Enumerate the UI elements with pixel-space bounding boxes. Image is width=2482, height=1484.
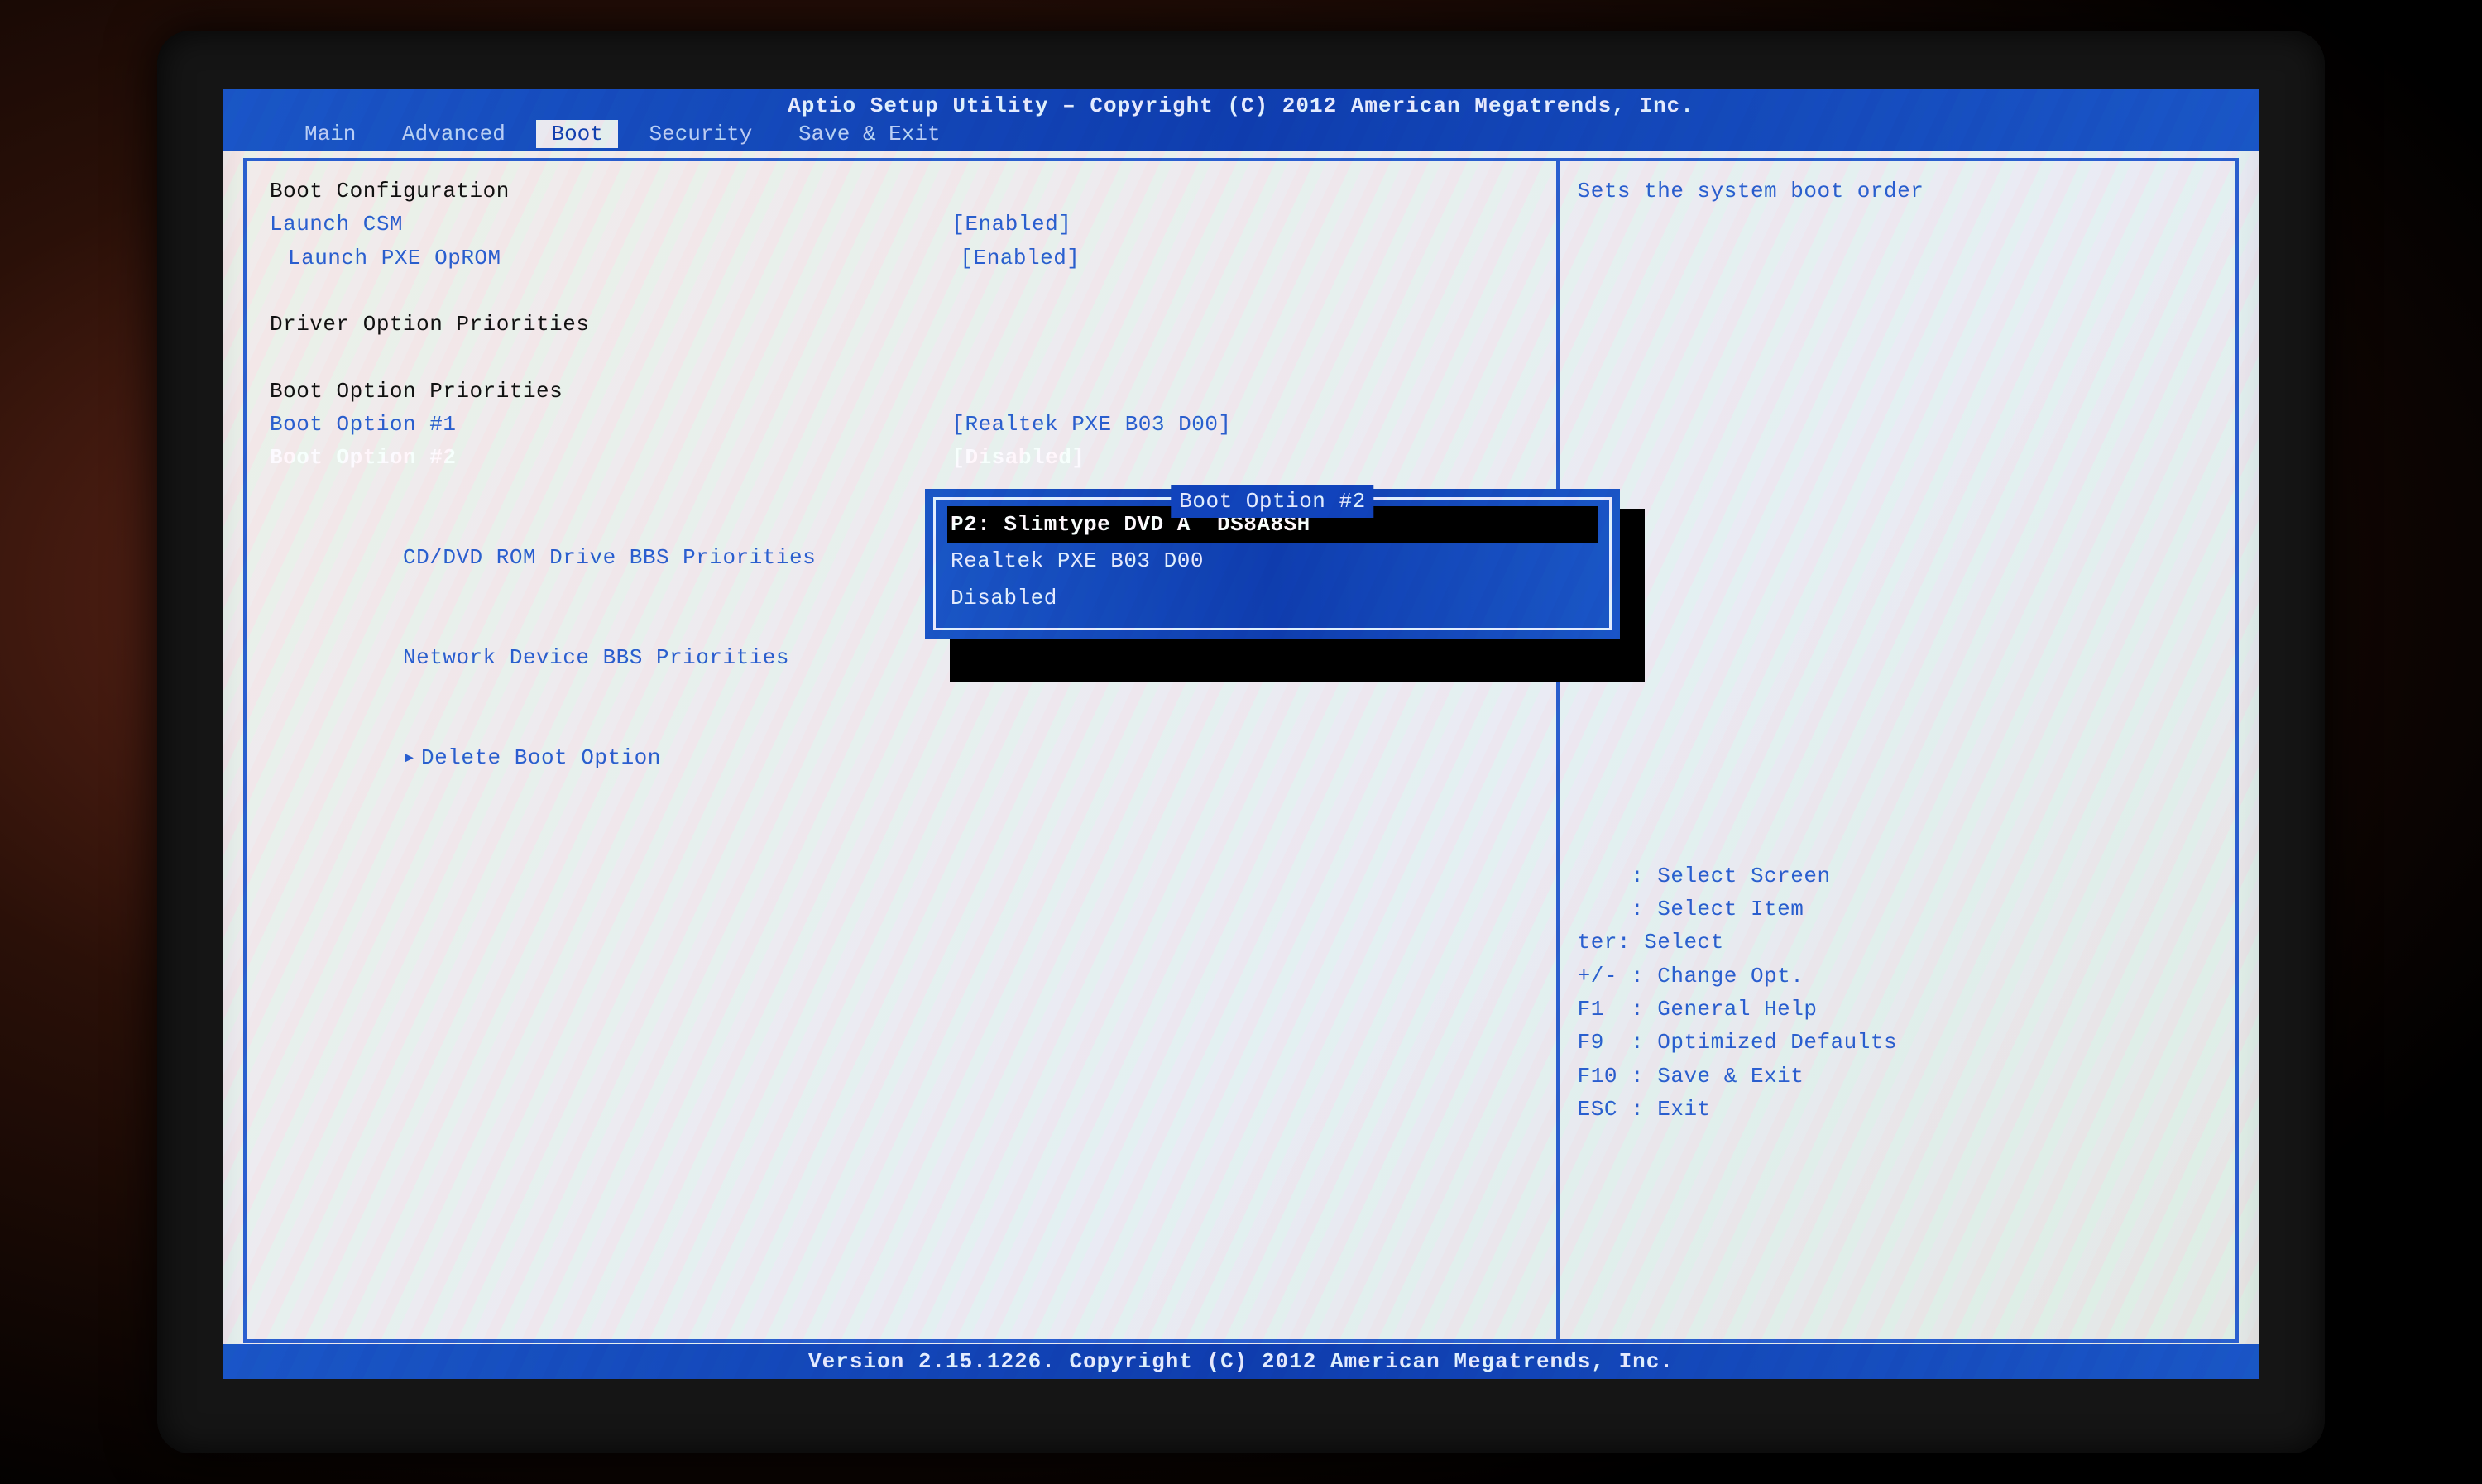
netdev-label: Network Device BBS Priorities xyxy=(403,645,789,670)
title-text: Aptio Setup Utility – Copyright (C) 2012… xyxy=(788,93,1694,118)
launch-pxe-label: Launch PXE OpROM xyxy=(288,242,960,275)
tab-boot[interactable]: Boot xyxy=(536,120,617,148)
tab-save-exit[interactable]: Save & Exit xyxy=(783,120,956,148)
footer-text: Version 2.15.1226. Copyright (C) 2012 Am… xyxy=(808,1349,1674,1374)
item-help-text: Sets the system boot order xyxy=(1578,175,2217,208)
title-bar: Aptio Setup Utility – Copyright (C) 2012… xyxy=(223,89,2259,120)
key-help-f1: F1 : General Help xyxy=(1578,993,2217,1026)
option-launch-csm[interactable]: Launch CSM [Enabled] xyxy=(270,208,1533,241)
key-help-esc: ESC : Exit xyxy=(1578,1093,2217,1126)
tab-security[interactable]: Security xyxy=(635,120,768,148)
section-boot-priorities: Boot Option Priorities xyxy=(270,375,1533,408)
left-panel: Boot Configuration Launch CSM [Enabled] … xyxy=(247,161,1560,1339)
key-help-f9: F9 : Optimized Defaults xyxy=(1578,1026,2217,1059)
photo-background: Aptio Setup Utility – Copyright (C) 2012… xyxy=(0,0,2482,1484)
section-boot-configuration: Boot Configuration xyxy=(270,175,1533,208)
tab-bar: Main Advanced Boot Security Save & Exit xyxy=(223,120,2259,151)
section-driver-priorities: Driver Option Priorities xyxy=(270,308,1533,341)
popup-item-1[interactable]: Realtek PXE B03 D00 xyxy=(947,543,1598,579)
tab-main[interactable]: Main xyxy=(290,120,371,148)
content-frame: Boot Configuration Launch CSM [Enabled] … xyxy=(243,158,2239,1343)
boot1-label: Boot Option #1 xyxy=(270,408,951,441)
launch-pxe-value: [Enabled] xyxy=(960,242,1532,275)
popup-frame: Boot Option #2 P2: Slimtype DVD A DS8A8S… xyxy=(933,497,1612,630)
boot2-value: [Disabled] xyxy=(951,441,1532,474)
option-launch-pxe-oprom[interactable]: Launch PXE OpROM [Enabled] xyxy=(288,242,1533,275)
submenu-arrow-icon: ▸ xyxy=(403,741,421,774)
option-boot-2[interactable]: Boot Option #2 [Disabled] xyxy=(270,441,1533,474)
key-help-f10: F10 : Save & Exit xyxy=(1578,1060,2217,1093)
popup-item-2[interactable]: Disabled xyxy=(947,580,1598,616)
boot1-value: [Realtek PXE B03 D00] xyxy=(951,408,1532,441)
right-panel: Sets the system boot order : Select Scre… xyxy=(1560,161,2235,1339)
option-boot-1[interactable]: Boot Option #1 [Realtek PXE B03 D00] xyxy=(270,408,1533,441)
footer-bar: Version 2.15.1226. Copyright (C) 2012 Am… xyxy=(223,1344,2259,1379)
key-help-change-opt: +/- : Change Opt. xyxy=(1578,960,2217,993)
bios-screen: Aptio Setup Utility – Copyright (C) 2012… xyxy=(223,89,2259,1379)
key-help-enter: ter: Select xyxy=(1578,926,2217,959)
submenu-delete-boot-option[interactable]: ▸Delete Boot Option xyxy=(270,708,1533,808)
delete-label: Delete Boot Option xyxy=(421,745,661,770)
key-help-select-screen: : Select Screen xyxy=(1578,859,2217,893)
key-help-select-item: : Select Item xyxy=(1578,893,2217,926)
cddvd-label: CD/DVD ROM Drive BBS Priorities xyxy=(403,545,816,570)
boot-option-popup: Boot Option #2 P2: Slimtype DVD A DS8A8S… xyxy=(925,489,1620,639)
launch-csm-label: Launch CSM xyxy=(270,208,951,241)
popup-title: Boot Option #2 xyxy=(1171,485,1373,518)
boot2-label: Boot Option #2 xyxy=(270,441,951,474)
laptop-bezel: Aptio Setup Utility – Copyright (C) 2012… xyxy=(157,31,2325,1453)
launch-csm-value: [Enabled] xyxy=(951,208,1532,241)
tab-advanced[interactable]: Advanced xyxy=(387,120,520,148)
